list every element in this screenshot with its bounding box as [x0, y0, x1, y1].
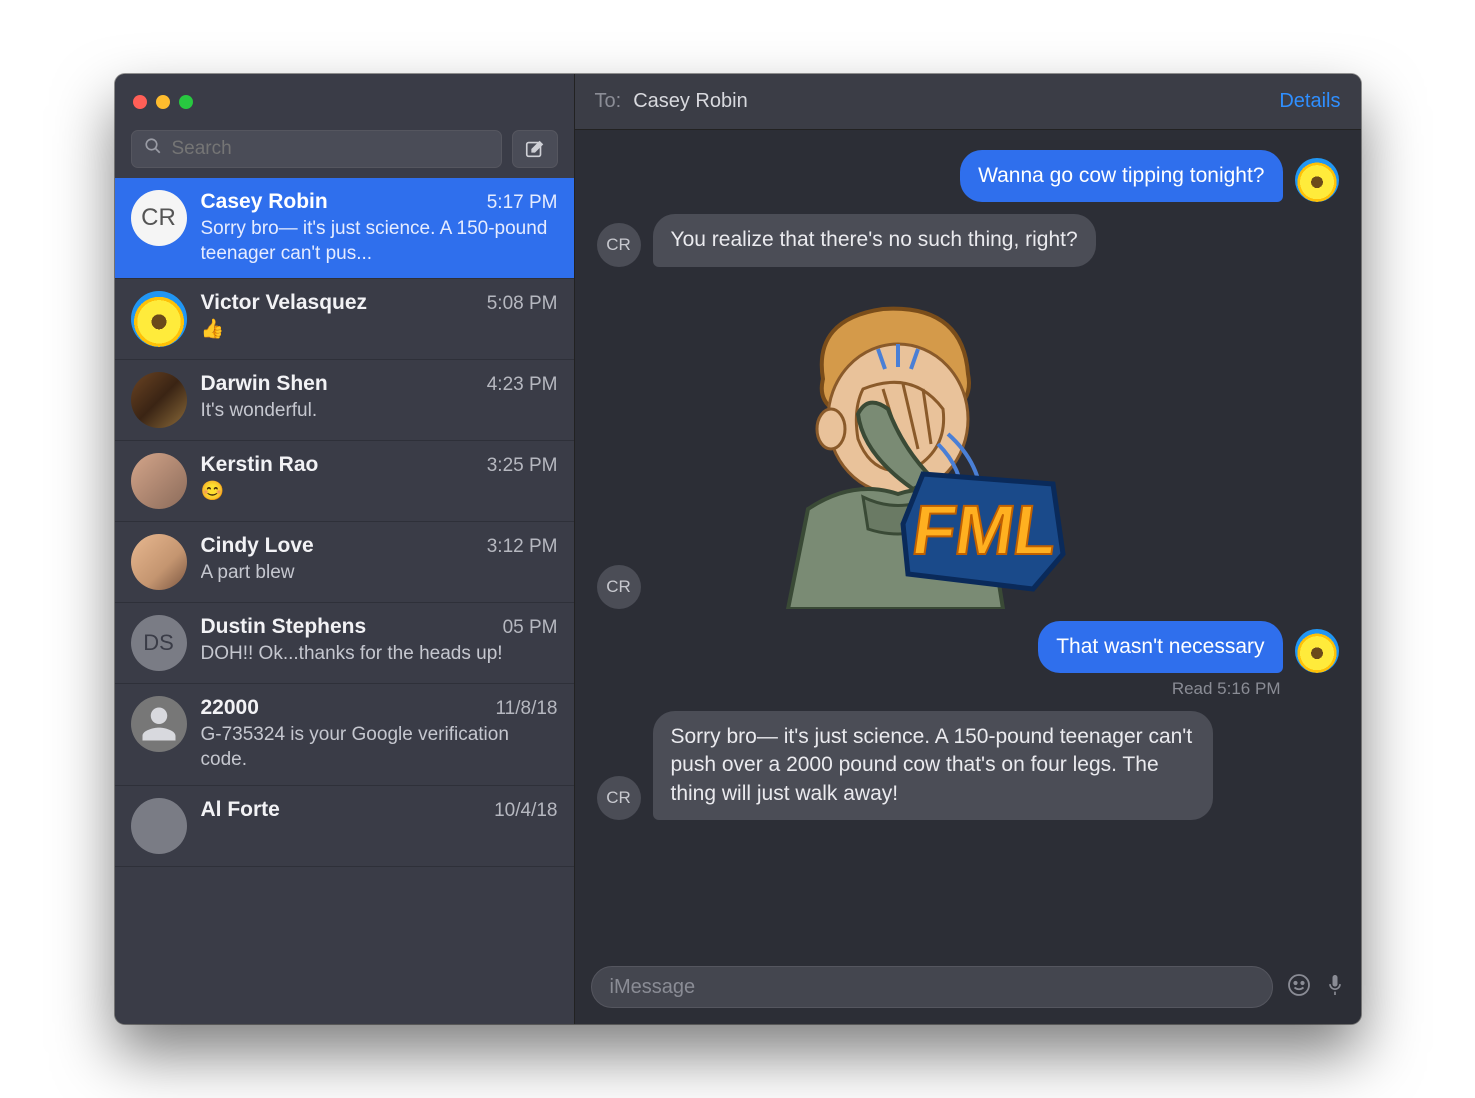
conversation-item[interactable]: Darwin Shen 4:23 PM It's wonderful. — [115, 360, 574, 441]
conversation-time: 11/8/18 — [496, 698, 558, 720]
conversation-item[interactable]: 22000 11/8/18 G-735324 is your Google ve… — [115, 684, 574, 785]
conversation-text: Dustin Stephens 05 PM DOH!! Ok...thanks … — [201, 615, 558, 671]
message-bubble[interactable]: That wasn't necessary — [1038, 621, 1282, 673]
conversation-name: Casey Robin — [201, 190, 328, 214]
chat-main: To: Casey Robin Details Wanna go cow tip… — [575, 74, 1361, 1024]
chat-header: To: Casey Robin Details — [575, 74, 1361, 130]
sender-avatar — [1295, 629, 1339, 673]
avatar — [131, 372, 187, 428]
conversation-time: 3:25 PM — [487, 455, 558, 477]
message-bubble[interactable]: Sorry bro— it's just science. A 150-poun… — [653, 711, 1213, 820]
conversation-name: 22000 — [201, 696, 259, 720]
message-row-incoming: CR Sorry bro— it's just science. A 150-p… — [597, 711, 1339, 820]
conversation-item[interactable]: Cindy Love 3:12 PM A part blew — [115, 522, 574, 603]
avatar — [131, 696, 187, 752]
message-list[interactable]: Wanna go cow tipping tonight? CR You rea… — [575, 130, 1361, 956]
conversation-text: Cindy Love 3:12 PM A part blew — [201, 534, 558, 590]
message-bubble[interactable]: Wanna go cow tipping tonight? — [960, 150, 1282, 202]
conversation-item[interactable]: Al Forte 10/4/18 — [115, 786, 574, 867]
svg-text:FML: FML — [907, 490, 1062, 569]
conversation-time: 10/4/18 — [494, 800, 557, 822]
conversation-item[interactable]: DS Dustin Stephens 05 PM DOH!! Ok...than… — [115, 603, 574, 684]
conversation-preview: 😊 — [201, 480, 558, 505]
conversation-name: Cindy Love — [201, 534, 314, 558]
message-bubble[interactable]: You realize that there's no such thing, … — [653, 214, 1096, 266]
message-row-outgoing: That wasn't necessary — [597, 621, 1339, 673]
conversation-text: Kerstin Rao 3:25 PM 😊 — [201, 453, 558, 509]
conversation-list[interactable]: CR Casey Robin 5:17 PM Sorry bro— it's j… — [115, 178, 574, 1024]
conversation-text: Al Forte 10/4/18 — [201, 798, 558, 854]
conversation-time: 5:08 PM — [487, 293, 558, 315]
sender-avatar: CR — [597, 565, 641, 609]
close-window-button[interactable] — [133, 95, 147, 109]
avatar: CR — [131, 190, 187, 246]
conversation-preview: 👍 — [201, 318, 558, 343]
fullscreen-window-button[interactable] — [179, 95, 193, 109]
conversation-text: Darwin Shen 4:23 PM It's wonderful. — [201, 372, 558, 428]
conversation-preview: DOH!! Ok...thanks for the heads up! — [201, 642, 558, 667]
conversation-text: 22000 11/8/18 G-735324 is your Google ve… — [201, 696, 558, 772]
sticker-fml[interactable]: FML — [713, 279, 1073, 609]
titlebar — [115, 74, 574, 130]
message-row-outgoing: Wanna go cow tipping tonight? — [597, 150, 1339, 202]
conversation-name: Kerstin Rao — [201, 453, 319, 477]
emoji-icon[interactable] — [1287, 973, 1311, 1002]
recipient-name: Casey Robin — [633, 90, 748, 113]
conversation-item[interactable]: Kerstin Rao 3:25 PM 😊 — [115, 441, 574, 522]
avatar — [131, 291, 187, 347]
microphone-icon[interactable] — [1325, 973, 1345, 1002]
conversation-item[interactable]: Victor Velasquez 5:08 PM 👍 — [115, 279, 574, 360]
sidebar: CR Casey Robin 5:17 PM Sorry bro— it's j… — [115, 74, 575, 1024]
conversation-text: Casey Robin 5:17 PM Sorry bro— it's just… — [201, 190, 558, 266]
conversation-text: Victor Velasquez 5:08 PM 👍 — [201, 291, 558, 347]
avatar: DS — [131, 615, 187, 671]
sender-avatar: CR — [597, 776, 641, 820]
conversation-time: 05 PM — [503, 617, 558, 639]
conversation-name: Darwin Shen — [201, 372, 328, 396]
messages-window: CR Casey Robin 5:17 PM Sorry bro— it's j… — [115, 74, 1361, 1024]
conversation-time: 3:12 PM — [487, 536, 558, 558]
conversation-preview: It's wonderful. — [201, 399, 558, 424]
message-row-incoming: CR You realize that there's no such thin… — [597, 214, 1339, 266]
window-controls — [133, 95, 193, 109]
conversation-time: 5:17 PM — [487, 192, 558, 214]
conversation-item[interactable]: CR Casey Robin 5:17 PM Sorry bro— it's j… — [115, 178, 574, 279]
search-icon — [144, 137, 162, 161]
compose-button[interactable] — [512, 130, 558, 168]
conversation-preview: G-735324 is your Google verification cod… — [201, 723, 558, 772]
sender-avatar — [1295, 158, 1339, 202]
to-label: To: — [595, 90, 622, 113]
avatar — [131, 453, 187, 509]
search-row — [115, 130, 574, 178]
conversation-name: Dustin Stephens — [201, 615, 367, 639]
conversation-time: 4:23 PM — [487, 374, 558, 396]
message-row-sticker: CR — [597, 279, 1339, 609]
read-receipt: Read 5:16 PM — [597, 679, 1339, 699]
message-input-bar — [575, 956, 1361, 1024]
conversation-name: Victor Velasquez — [201, 291, 368, 315]
search-box[interactable] — [131, 130, 502, 168]
avatar — [131, 534, 187, 590]
sender-avatar: CR — [597, 223, 641, 267]
message-input[interactable] — [591, 966, 1273, 1008]
conversation-preview: Sorry bro— it's just science. A 150-poun… — [201, 217, 558, 266]
minimize-window-button[interactable] — [156, 95, 170, 109]
avatar — [131, 798, 187, 854]
search-input[interactable] — [172, 138, 489, 160]
details-button[interactable]: Details — [1279, 90, 1340, 113]
conversation-name: Al Forte — [201, 798, 280, 822]
conversation-preview: A part blew — [201, 561, 558, 586]
